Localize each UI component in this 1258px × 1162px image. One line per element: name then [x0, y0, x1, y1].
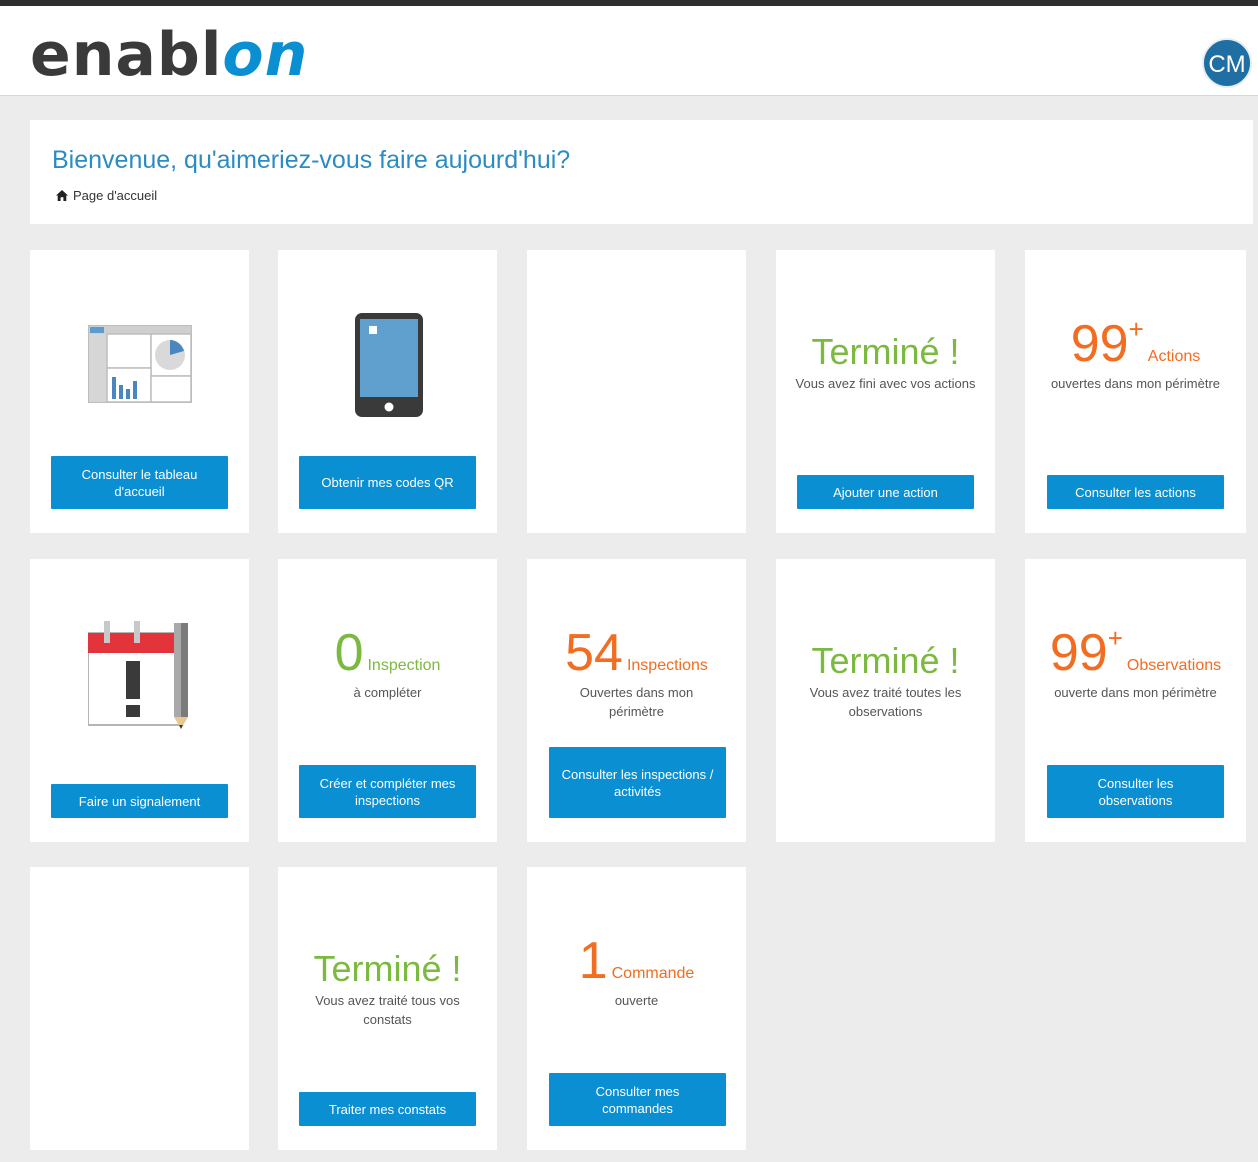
- tile-observations-done: Terminé ! Vous avez traité toutes les ob…: [776, 559, 995, 842]
- enablon-logo[interactable]: enablon: [30, 20, 308, 90]
- actions-done-headline: Terminé !: [811, 331, 960, 372]
- app-header: enablon CM: [0, 6, 1258, 96]
- view-orders-button[interactable]: Consulter mes commandes: [549, 1073, 726, 1126]
- view-actions-button[interactable]: Consulter les actions: [1047, 475, 1224, 509]
- tile-empty-1: [527, 250, 746, 533]
- inspections-open-counter[interactable]: 54 Inspections: [527, 627, 746, 679]
- tile-report: Faire un signalement: [30, 559, 249, 842]
- actions-unit: Actions: [1147, 348, 1201, 365]
- dashboard-icon: [88, 325, 192, 403]
- observations-done-headline: Terminé !: [811, 640, 960, 681]
- view-observations-button[interactable]: Consulter les observations: [1047, 765, 1224, 818]
- orders-open-text: ouverte: [614, 993, 659, 1008]
- add-action-button[interactable]: Ajouter une action: [797, 475, 974, 509]
- orders-unit: Commande: [611, 965, 695, 982]
- report-button[interactable]: Faire un signalement: [51, 784, 228, 818]
- dashboard-button[interactable]: Consulter le tableau d'accueil: [51, 456, 228, 509]
- home-icon[interactable]: [56, 190, 68, 201]
- actions-open-text: ouvertes dans mon périmètre: [1050, 376, 1221, 391]
- tile-inspections-open: 54 Inspections Ouvertes dans mon périmètr…: [527, 559, 746, 842]
- observations-open-text: ouverte dans mon périmètre: [1054, 685, 1217, 700]
- inspections-unit: Inspections: [626, 657, 708, 674]
- inspections-open-text: Ouvertes dans mon périmètre: [579, 685, 694, 719]
- orders-count: 1: [578, 932, 608, 990]
- actions-plus: +: [1128, 314, 1144, 344]
- create-inspections-button[interactable]: Créer et compléter mes inspections: [299, 765, 476, 818]
- actions-count: 99: [1070, 315, 1129, 373]
- tile-observations-open: 99+Observations ouverte dans mon périmèt…: [1025, 559, 1246, 842]
- view-inspections-button[interactable]: Consulter les inspections / activités: [549, 747, 726, 818]
- qr-codes-button[interactable]: Obtenir mes codes QR: [299, 456, 476, 509]
- logo-accent: on: [222, 20, 309, 90]
- process-findings-button[interactable]: Traiter mes constats: [299, 1092, 476, 1126]
- tile-findings-done: Terminé ! Vous avez traité tous vos cons…: [278, 867, 497, 1150]
- breadcrumb: Page d'accueil: [56, 188, 157, 203]
- inspection-todo-counter[interactable]: 0 Inspection: [278, 627, 497, 679]
- logo-main: enabl: [30, 20, 223, 90]
- observations-open-counter[interactable]: 99+Observations: [1025, 623, 1246, 682]
- orders-open-counter[interactable]: 1 Commande: [527, 935, 746, 987]
- findings-done-headline: Terminé !: [313, 948, 462, 989]
- inspection-todo-count: 0: [334, 624, 364, 682]
- tile-qr-codes: Obtenir mes codes QR: [278, 250, 497, 533]
- breadcrumb-home[interactable]: Page d'accueil: [73, 188, 157, 203]
- user-avatar[interactable]: CM: [1202, 38, 1252, 88]
- tablet-icon: [355, 313, 423, 417]
- observations-unit: Observations: [1126, 657, 1222, 674]
- welcome-panel: Bienvenue, qu'aimeriez-vous faire aujour…: [30, 120, 1253, 224]
- observations-plus: +: [1107, 623, 1123, 653]
- actions-done-text: Vous avez fini avec vos actions: [795, 376, 976, 391]
- observations-done-text: Vous avez traité toutes les observations: [809, 685, 962, 719]
- tile-actions-open: 99+Actions ouvertes dans mon périmètre C…: [1025, 250, 1246, 533]
- calendar-alert-icon: [88, 621, 188, 729]
- tile-empty-2: [30, 867, 249, 1150]
- tile-orders-open: 1 Commande ouverte Consulter mes commande…: [527, 867, 746, 1150]
- findings-done-text: Vous avez traité tous vos constats: [315, 993, 460, 1027]
- tile-actions-done: Terminé ! Vous avez fini avec vos action…: [776, 250, 995, 533]
- tile-dashboard: Consulter le tableau d'accueil: [30, 250, 249, 533]
- inspections-count: 54: [565, 624, 623, 682]
- inspection-todo-unit: Inspection: [367, 657, 441, 674]
- tile-inspection-todo: 0 Inspection à compléter Créer et complét…: [278, 559, 497, 842]
- actions-open-counter[interactable]: 99+Actions: [1025, 314, 1246, 373]
- observations-count: 99: [1049, 624, 1108, 682]
- page-title: Bienvenue, qu'aimeriez-vous faire aujour…: [52, 146, 571, 174]
- inspection-todo-text: à compléter: [353, 685, 422, 700]
